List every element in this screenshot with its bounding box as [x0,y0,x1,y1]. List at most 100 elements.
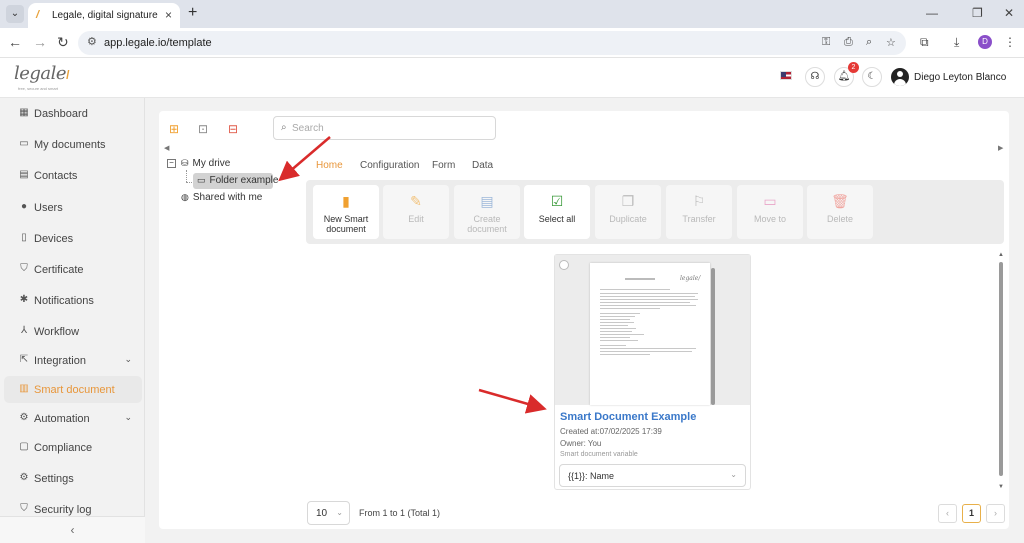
page-button-current[interactable]: 1 [962,504,981,523]
new-smart-document-button[interactable]: ▮ New Smart document [313,185,379,239]
trash-icon: 🗑︎ [831,193,849,209]
downloads-icon[interactable]: ⤓ [954,35,959,50]
user-avatar-icon[interactable] [891,68,909,86]
close-tab-icon[interactable]: × [165,8,172,22]
preview-scrollbar[interactable] [711,268,715,405]
sidebar-item-certificate[interactable]: ⛉ Certificate [4,256,142,283]
sidebar-item-devices[interactable]: ▯ Devices [4,225,142,252]
browser-profile-avatar[interactable]: D [978,35,992,49]
tree-node-my-drive[interactable]: − ⛁ My drive [167,158,230,169]
card-select-checkbox[interactable] [559,260,569,270]
sidebar-item-notifications[interactable]: ✱ Notifications [4,287,142,314]
edit-button[interactable]: ✎ Edit [383,185,449,239]
omnibox[interactable]: ⚙ app.legale.io/template ⚿ ⎙ ⌕ ☆ [78,31,906,55]
move-folder-icon[interactable]: ⊡ [198,122,208,136]
minimize-window-icon[interactable]: — [926,6,938,20]
sidebar-item-label: Compliance [34,442,93,454]
install-app-icon[interactable]: ⎙ [844,36,853,49]
chevron-down-icon[interactable]: ⌄ [124,412,132,423]
logo-text: legale [14,63,67,84]
thumbnail-text [600,313,640,314]
thumbnail-text [600,308,660,309]
restore-window-icon[interactable]: ❐ [972,6,983,20]
new-document-plus-icon: ▮ [342,193,350,209]
duplicate-button[interactable]: ❐ Duplicate [595,185,661,239]
page-size-value: 10 [316,508,328,519]
tree-node-shared-with-me[interactable]: ◍ Shared with me [181,192,262,203]
smart-document-card[interactable]: legale/ Smart Document Example Created a… [554,254,751,490]
sidebar-item-smart-document[interactable]: ▥ Smart document [4,376,142,403]
thumbnail-text [600,331,632,332]
tree-connector [186,182,192,183]
transfer-button[interactable]: ⚐ Transfer [666,185,732,239]
sidebar-item-label: Users [34,202,63,214]
thumbnail-text [600,354,650,355]
created-date: Created at:07/02/2025 17:39 [560,427,662,436]
site-settings-icon[interactable]: ⚙ [87,35,97,48]
browser-tab[interactable]: / Legale, digital signature × [28,3,180,28]
reload-icon[interactable]: ↻ [57,34,69,51]
sidebar-item-users[interactable]: ● Users [4,194,142,221]
tab-form[interactable]: Form [432,160,455,171]
tab-list-chevron-icon[interactable]: ⌄ [6,5,24,23]
sidebar-item-integration[interactable]: ⇱ Integration ⌄ [4,347,142,374]
legale-logo[interactable]: legale/ free, secure and smart [14,63,76,93]
scroll-down-arrow-icon[interactable]: ▼ [998,484,1004,490]
sidebar-item-automation[interactable]: ⚙ Automation ⌄ [4,405,142,432]
collapse-sidebar-chevron-icon[interactable]: ‹ [0,516,145,543]
tab-home[interactable]: Home [316,160,343,171]
tree-connector [186,170,187,182]
forward-arrow-icon[interactable]: → [33,34,47,50]
create-document-button[interactable]: ▤ Create document [454,185,520,239]
extensions-puzzle-icon[interactable]: ⧉ [920,35,929,50]
smart-document-icon: ▥ [19,383,29,394]
user-name[interactable]: Diego Leyton Blanco [914,72,1006,83]
thumbnail-text [625,278,655,280]
sidebar-item-compliance[interactable]: ▢ Compliance [4,434,142,461]
checkbox-checked-icon: ☑ [550,193,564,209]
url-text[interactable]: app.legale.io/template [104,37,212,49]
sidebar-item-settings[interactable]: ⚙ Settings [4,465,142,492]
password-key-icon[interactable]: ⚿ [822,36,830,49]
variable-dropdown[interactable]: {{1}}: Name ⌄ [559,464,746,487]
sidebar-item-workflow[interactable]: ⅄ Workflow [4,318,142,345]
new-folder-icon[interactable]: ⊞ [169,122,179,136]
scroll-left-arrow-icon[interactable]: ◀ [164,144,169,152]
chevron-down-icon[interactable]: ⌄ [124,354,132,365]
next-page-chevron-icon[interactable]: › [986,504,1005,523]
support-headset-icon[interactable]: ☊ [805,67,825,87]
logo-mark-icon: / [66,68,70,82]
tree-node-folder-example-label[interactable]: ▭ Folder example [197,175,278,186]
browser-menu-icon[interactable]: ⋮ [1004,35,1016,49]
dark-mode-moon-icon[interactable]: ☾ [862,67,882,87]
thumbnail-text [600,299,698,300]
search-input[interactable] [292,120,488,136]
move-to-button[interactable]: ▭ Move to [737,185,803,239]
sidebar-item-dashboard[interactable]: ▦ Dashboard [4,100,142,127]
back-arrow-icon[interactable]: ← [8,34,22,50]
tree-collapse-minus-icon[interactable]: − [167,158,176,168]
zoom-icon[interactable]: ⌕ [866,36,872,49]
bookmark-star-icon[interactable]: ☆ [886,36,896,49]
delete-folder-icon[interactable]: ⊟ [228,122,238,136]
thumbnail-text [600,293,698,294]
document-title-link[interactable]: Smart Document Example [560,411,696,423]
sidebar-item-my-documents[interactable]: ▭ My documents [4,131,142,158]
page-size-select[interactable]: 10 ⌄ [307,501,350,525]
close-window-icon[interactable]: ✕ [1004,6,1014,20]
document-thumbnail-page: legale/ [590,263,710,405]
scroll-up-arrow-icon[interactable]: ▲ [998,252,1004,258]
sidebar-item-contacts[interactable]: ▤ Contacts [4,162,142,189]
delete-button[interactable]: 🗑︎ Delete [807,185,873,239]
tab-configuration[interactable]: Configuration [360,160,419,171]
tab-data[interactable]: Data [472,160,493,171]
vertical-scrollbar-thumb[interactable] [999,262,1003,476]
legale-favicon-icon: / [36,9,40,21]
us-flag-language-icon[interactable] [780,71,792,80]
button-label: Select all [538,214,576,224]
button-label: Create [473,214,501,224]
select-all-button[interactable]: ☑ Select all [524,185,590,239]
scroll-right-arrow-icon[interactable]: ▶ [998,144,1003,152]
new-tab-plus-icon[interactable]: + [188,4,197,22]
previous-page-chevron-icon[interactable]: ‹ [938,504,957,523]
